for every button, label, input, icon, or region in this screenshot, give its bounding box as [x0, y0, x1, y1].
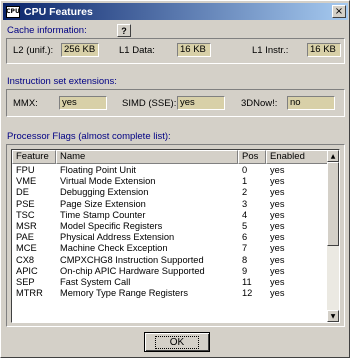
3dnow-field: no: [287, 96, 335, 110]
flag-feature: MSR: [16, 220, 37, 231]
column-header-name[interactable]: Name: [56, 150, 238, 164]
flag-pos: 7: [242, 243, 248, 254]
flag-name: Debugging Extension: [60, 187, 149, 198]
flag-name: Time Stamp Counter: [60, 209, 146, 220]
flag-name: Virtual Mode Extension: [60, 176, 156, 187]
flag-pos: 5: [242, 220, 248, 231]
close-button[interactable]: ×: [332, 5, 346, 18]
flag-enabled: yes: [270, 254, 285, 265]
list-header: Feature Name Pos Enabled: [12, 150, 328, 164]
isa-section-label: Instruction set extensions:: [7, 76, 117, 87]
flag-pos: 3: [242, 198, 248, 209]
l2-cache-field: 256 KB: [61, 43, 99, 57]
flag-feature: PAE: [16, 232, 34, 243]
list-item[interactable]: VME Virtual Mode Extension 1 yes: [12, 176, 328, 187]
l1-data-cache-field: 16 KB: [177, 43, 211, 57]
flag-feature: VME: [16, 176, 37, 187]
flags-section-label: Processor Flags (almost complete list):: [7, 131, 171, 142]
flag-name: Machine Check Exception: [60, 243, 168, 254]
list-item[interactable]: PAE Physical Address Extension 6 yes: [12, 232, 328, 243]
list-item[interactable]: CX8 CMPXCHG8 Instruction Supported 8 yes: [12, 255, 328, 266]
flag-name: On-chip APIC Hardware Supported: [60, 265, 205, 276]
flag-feature: TSC: [16, 209, 35, 220]
list-item[interactable]: PSE Page Size Extension 3 yes: [12, 199, 328, 210]
list-item[interactable]: MTRR Memory Type Range Registers 12 yes: [12, 288, 328, 299]
flag-name: Physical Address Extension: [60, 232, 175, 243]
flag-pos: 1: [242, 176, 248, 187]
flag-feature: PSE: [16, 198, 35, 209]
processor-flags-list[interactable]: Feature Name Pos Enabled FPU Floating Poi…: [11, 149, 340, 323]
simd-label: SIMD (SSE):: [122, 98, 177, 109]
flag-pos: 12: [242, 288, 253, 299]
title-bar[interactable]: CPU CPU Features ×: [3, 3, 348, 20]
flag-pos: 8: [242, 254, 248, 265]
flag-feature: FPU: [16, 165, 35, 175]
window-title: CPU Features: [24, 5, 93, 18]
flag-enabled: yes: [270, 198, 285, 209]
ok-button-label: OK: [154, 335, 200, 349]
flag-name: CMPXCHG8 Instruction Supported: [60, 254, 204, 265]
mmx-label: MMX:: [13, 98, 38, 109]
flag-enabled: yes: [270, 288, 285, 299]
list-item[interactable]: TSC Time Stamp Counter 4 yes: [12, 210, 328, 221]
flag-feature: CX8: [16, 254, 35, 265]
flag-enabled: yes: [270, 176, 285, 187]
flag-feature: SEP: [16, 276, 35, 287]
cpu-features-dialog: CPU CPU Features × Cache information: ? …: [0, 0, 350, 358]
list-item[interactable]: SEP Fast System Call 11 yes: [12, 277, 328, 288]
column-header-pos[interactable]: Pos: [238, 150, 266, 164]
flag-pos: 11: [242, 276, 252, 287]
flag-pos: 9: [242, 265, 248, 276]
flag-feature: APIC: [16, 265, 38, 276]
flag-enabled: yes: [270, 276, 285, 287]
flag-feature: DE: [16, 187, 29, 198]
scroll-up-icon[interactable]: ▲: [327, 150, 339, 162]
flag-pos: 2: [242, 187, 248, 198]
flag-name: Fast System Call: [60, 276, 131, 287]
cache-groupbox: L2 (unif.): 256 KB L1 Data: 16 KB L1 Ins…: [6, 38, 345, 64]
flag-enabled: yes: [270, 165, 285, 175]
flag-enabled: yes: [270, 265, 285, 276]
list-item[interactable]: MSR Model Specific Registers 5 yes: [12, 221, 328, 232]
list-item[interactable]: APIC On-chip APIC Hardware Supported 9 yes: [12, 266, 328, 277]
flag-enabled: yes: [270, 187, 285, 198]
flag-name: Floating Point Unit: [60, 165, 136, 175]
cpu-chip-icon: CPU: [6, 5, 20, 18]
cache-section-label: Cache information:: [7, 25, 87, 36]
flag-enabled: yes: [270, 209, 285, 220]
column-header-enabled[interactable]: Enabled: [266, 150, 328, 164]
mmx-field: yes: [59, 96, 107, 110]
flag-feature: MCE: [16, 243, 37, 254]
list-item[interactable]: MCE Machine Check Exception 7 yes: [12, 243, 328, 254]
l1-instr-label: L1 Instr.:: [252, 45, 289, 56]
3dnow-label: 3DNow!:: [241, 98, 278, 109]
scroll-down-icon[interactable]: ▼: [327, 310, 339, 322]
scroll-thumb[interactable]: [327, 162, 339, 246]
flag-enabled: yes: [270, 220, 285, 231]
list-item[interactable]: FPU Floating Point Unit 0 yes: [12, 165, 328, 176]
list-item[interactable]: DE Debugging Extension 2 yes: [12, 187, 328, 198]
flag-feature: MTRR: [16, 288, 43, 299]
flag-pos: 0: [242, 165, 248, 175]
flag-name: Model Specific Registers: [60, 220, 163, 231]
column-header-feature[interactable]: Feature: [12, 150, 56, 164]
flag-pos: 4: [242, 209, 248, 220]
flag-enabled: yes: [270, 243, 285, 254]
help-button[interactable]: ?: [117, 24, 131, 37]
flag-pos: 6: [242, 232, 248, 243]
vertical-scrollbar[interactable]: ▲ ▼: [327, 150, 339, 322]
flag-name: Page Size Extension: [60, 198, 146, 209]
simd-field: yes: [177, 96, 225, 110]
flag-enabled: yes: [270, 232, 285, 243]
list-rows: FPU Floating Point Unit 0 yes VME Virtual Mo…: [12, 165, 328, 299]
flag-name: Memory Type Range Registers: [60, 288, 188, 299]
l1-instr-cache-field: 16 KB: [307, 43, 341, 57]
ok-button[interactable]: OK: [144, 332, 210, 352]
isa-groupbox: MMX: yes SIMD (SSE): yes 3DNow!: no: [6, 89, 345, 117]
l1-data-label: L1 Data:: [119, 45, 155, 56]
l2-label: L2 (unif.):: [13, 45, 54, 56]
